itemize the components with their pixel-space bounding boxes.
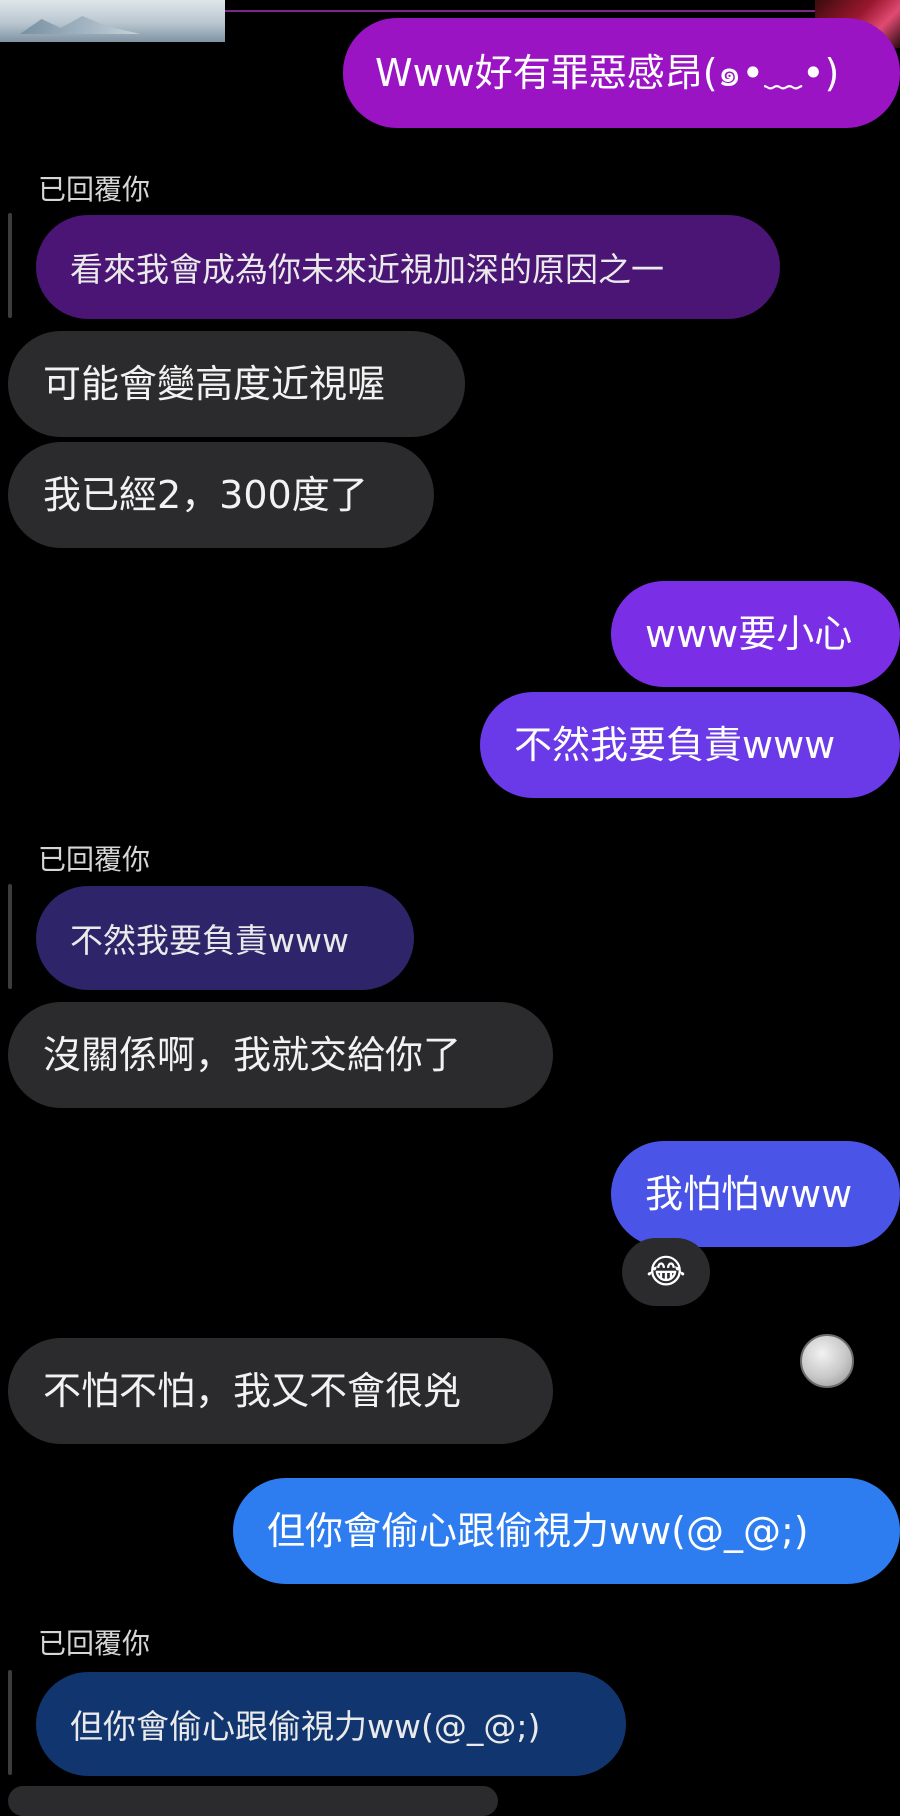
quoted-text: 不然我要負責www [70, 921, 349, 960]
message-text: www要小心 [645, 612, 853, 656]
message-text: 我已經2，300度了 [43, 473, 368, 517]
reply-bar [8, 213, 12, 318]
reply-bar [8, 884, 12, 989]
video-thumbnail-left [0, 0, 225, 42]
message-text: 不然我要負責www [514, 723, 836, 767]
message-text: Www好有罪惡感昂(๑•﹏•) [375, 51, 840, 95]
message-text: 可能會變高度近視喔 [43, 362, 386, 406]
message-text: 不怕不怕，我又不會很兇 [43, 1369, 462, 1413]
message-incoming-8[interactable]: 不怕不怕，我又不會很兇 [8, 1338, 553, 1444]
reply-label: 已回覆你 [38, 843, 151, 876]
message-incoming-6[interactable]: 沒關係啊，我就交給你了 [8, 1002, 553, 1108]
quoted-message[interactable]: 但你會偷心跟偷視力ww(@_@;) [36, 1672, 626, 1776]
quoted-text: 看來我會成為你未來近視加深的原因之一 [70, 250, 664, 289]
message-outgoing-9[interactable]: 但你會偷心跟偷視力ww(@_@;) [233, 1478, 900, 1584]
reply-bar [8, 1670, 12, 1775]
message-incoming-3[interactable]: 我已經2，300度了 [8, 442, 434, 548]
reaction-badge[interactable]: 😂 [622, 1238, 710, 1306]
laughing-emoji-icon: 😂 [646, 1252, 686, 1292]
message-outgoing-7[interactable]: 我怕怕www [611, 1141, 900, 1247]
message-text: 但你會偷心跟偷視力ww(@_@;) [267, 1509, 809, 1553]
message-incoming-2[interactable]: 可能會變高度近視喔 [8, 331, 465, 437]
reply-label: 已回覆你 [38, 1627, 151, 1660]
floating-assistive-button[interactable] [800, 1334, 854, 1388]
quoted-message[interactable]: 看來我會成為你未來近視加深的原因之一 [36, 215, 780, 319]
message-outgoing-1[interactable]: Www好有罪惡感昂(๑•﹏•) [343, 18, 900, 128]
message-incoming-partial[interactable] [8, 1786, 498, 1816]
message-text: 我怕怕www [645, 1172, 853, 1216]
message-text: 沒關係啊，我就交給你了 [43, 1033, 462, 1077]
reply-label: 已回覆你 [38, 173, 151, 206]
message-outgoing-4[interactable]: www要小心 [611, 581, 900, 687]
message-outgoing-5[interactable]: 不然我要負責www [480, 692, 900, 798]
quoted-message[interactable]: 不然我要負責www [36, 886, 414, 990]
quoted-text: 但你會偷心跟偷視力ww(@_@;) [70, 1707, 541, 1746]
divider-line [225, 10, 815, 12]
